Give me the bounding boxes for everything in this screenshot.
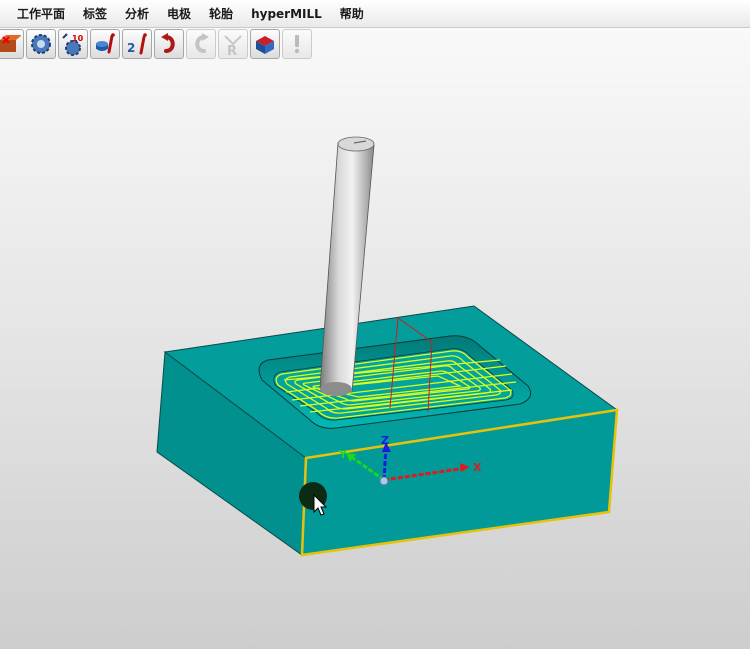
y-axis-label: Y xyxy=(338,448,348,461)
menu-labels[interactable]: 标签 xyxy=(74,0,116,28)
undo-button[interactable] xyxy=(154,29,184,59)
svg-text:R: R xyxy=(227,44,237,56)
svg-text:2: 2 xyxy=(127,41,135,55)
menu-help[interactable]: 帮助 xyxy=(331,0,373,28)
info-compare-button[interactable]: 2 xyxy=(122,29,152,59)
reset-icon: R xyxy=(224,35,242,56)
x-axis-label: X xyxy=(473,461,482,474)
reset-button[interactable]: R xyxy=(218,29,248,59)
warning-icon xyxy=(294,35,300,54)
undo-icon xyxy=(161,33,175,53)
info-model-icon xyxy=(96,33,115,54)
redo-icon xyxy=(195,33,209,53)
main-toolbar: 10 2 R xyxy=(0,29,312,61)
menu-hypermill[interactable]: hyperMILL xyxy=(242,0,331,28)
redo-button[interactable] xyxy=(186,29,216,59)
info-compare-icon: 2 xyxy=(127,33,147,55)
menu-tire[interactable]: 轮胎 xyxy=(200,0,242,28)
job-calculation-button[interactable]: 10 xyxy=(58,29,88,59)
menu-workplane[interactable]: 工作平面 xyxy=(8,0,74,28)
settings-button[interactable] xyxy=(26,29,56,59)
cad-scene: X Y Z xyxy=(156,136,619,557)
svg-text:10: 10 xyxy=(72,34,84,43)
menu-bar: 工作平面 标签 分析 电极 轮胎 hyperMILL 帮助 xyxy=(0,0,750,28)
gear-settings-icon xyxy=(31,34,51,54)
job-calculation-icon: 10 xyxy=(62,33,84,56)
stock-model-button[interactable] xyxy=(0,29,24,59)
warning-button[interactable] xyxy=(282,29,312,59)
menu-analysis[interactable]: 分析 xyxy=(116,0,158,28)
z-axis-label: Z xyxy=(381,434,389,447)
solid-box-button[interactable] xyxy=(250,29,280,59)
info-model-button[interactable] xyxy=(90,29,120,59)
3d-viewport[interactable]: X Y Z xyxy=(0,62,750,649)
menu-electrode[interactable]: 电极 xyxy=(158,0,200,28)
solid-box-icon xyxy=(256,36,274,54)
stock-model-icon xyxy=(0,35,21,52)
